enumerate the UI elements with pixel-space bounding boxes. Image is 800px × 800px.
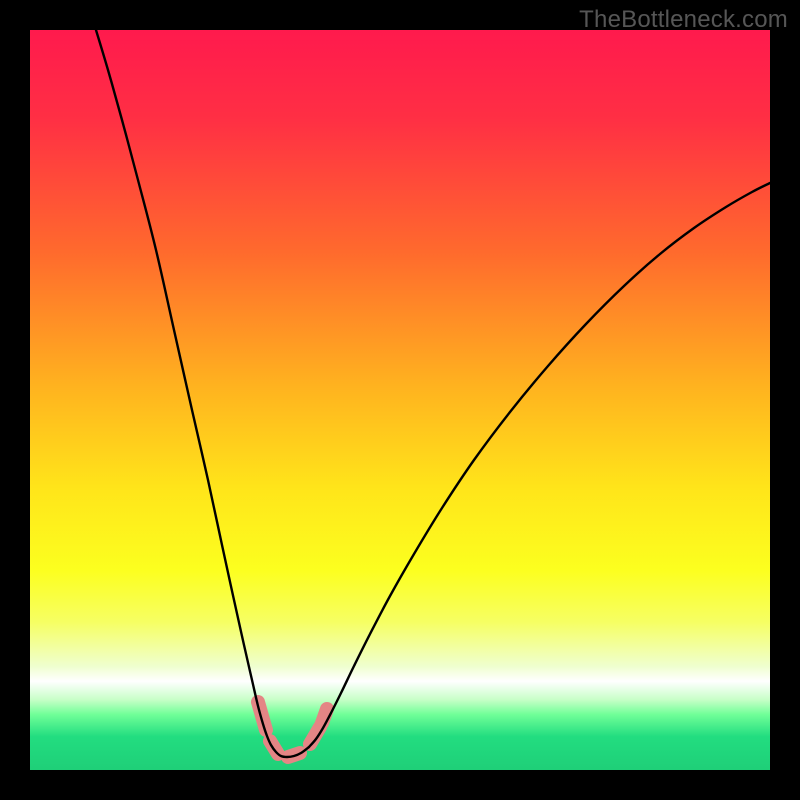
watermark-text: TheBottleneck.com: [579, 6, 788, 34]
bottleneck-chart: [30, 30, 770, 770]
gradient-background: [30, 30, 770, 770]
chart-frame: [30, 30, 770, 770]
